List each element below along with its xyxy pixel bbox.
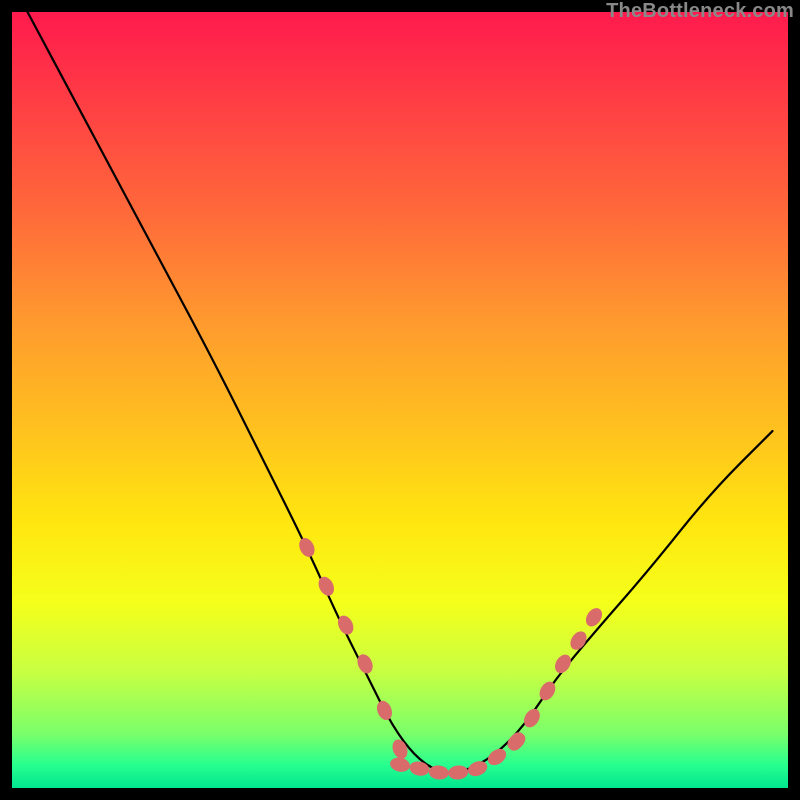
threshold-dot [390,737,410,761]
curve-path [28,12,773,772]
threshold-dot [408,760,430,778]
threshold-dot [583,605,606,629]
threshold-dot [316,574,337,598]
threshold-dot [521,706,543,730]
chart-overlay [12,12,788,788]
threshold-dot [374,698,395,722]
threshold-dot [485,745,509,768]
watermark-text: TheBottleneck.com [606,0,794,23]
chart-canvas: TheBottleneck.com [0,0,800,800]
dotted-bottom [389,730,529,781]
threshold-dot [448,765,469,781]
threshold-dot [466,758,490,778]
threshold-dot [389,756,411,774]
threshold-dot [552,652,574,676]
curve-line [28,12,773,772]
plot-background [12,12,788,788]
threshold-dot [296,535,317,559]
